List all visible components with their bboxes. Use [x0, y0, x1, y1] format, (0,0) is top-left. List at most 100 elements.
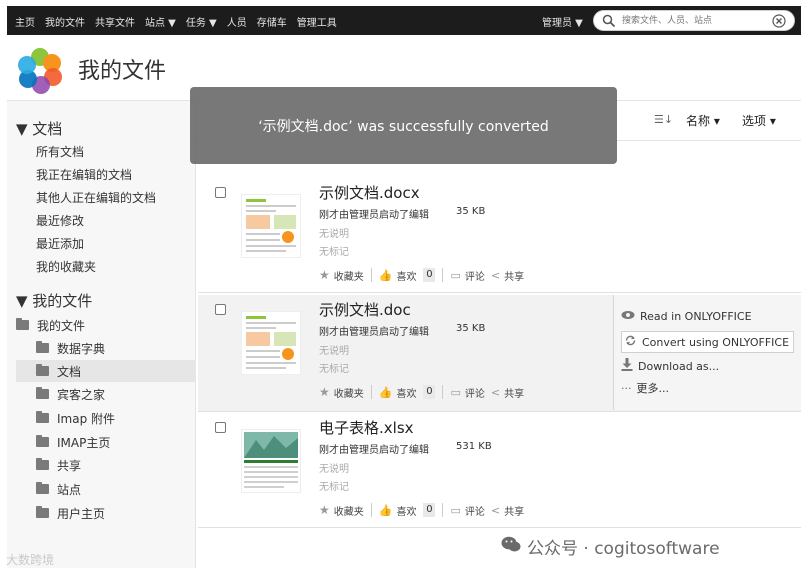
share-label: 共享: [504, 506, 525, 518]
row-checkbox[interactable]: [215, 422, 226, 433]
tree-folder-data-dictionary[interactable]: 数据字典: [36, 337, 196, 359]
favorite-label: 收藏夹: [333, 506, 364, 518]
nav-people[interactable]: 人员: [227, 14, 247, 29]
watermark-right-label: 公众号 · cogitosoftware: [527, 539, 720, 559]
sort-by-dropdown[interactable]: 名称 ▾: [686, 112, 720, 129]
more-actions[interactable]: ··· 更多...: [621, 380, 669, 396]
like-count: 0: [423, 268, 436, 282]
document-row: 示例文档.docx 刚才由管理员启动了编辑 35 KB 无说明 无标记 ★ 收藏…: [198, 178, 801, 293]
download-icon: [621, 358, 633, 374]
tree-folder-label: 宾客之家: [57, 387, 106, 402]
link-favorites[interactable]: 我的收藏夹: [36, 258, 96, 275]
row-actions-menu: Read in ONLYOFFICE Convert using ONLYOFF…: [613, 295, 801, 410]
tree-folder-label: 共享: [57, 458, 82, 473]
options-dropdown[interactable]: 选项 ▾: [742, 112, 776, 129]
app-window: 主页 我的文件 共享文件 站点 ▼ 任务 ▼ 人员 存储车 管理工具 管理员 ▼: [7, 6, 801, 568]
tree-folder-documents[interactable]: 文档: [16, 360, 196, 382]
document-size: 531 KB: [456, 441, 492, 452]
link-editing-by-others[interactable]: 其他人正在编辑的文档: [36, 189, 156, 206]
sort-direction-icon[interactable]: ☰↓: [654, 113, 673, 126]
documents-section-title[interactable]: ▼ 文档: [16, 118, 62, 139]
tree-folder-sites[interactable]: 站点: [36, 478, 196, 500]
convert-using-onlyoffice-action[interactable]: Convert using ONLYOFFICE: [621, 331, 795, 353]
comment-action[interactable]: ▭ 评论: [450, 503, 484, 518]
nav-sites[interactable]: 站点 ▼: [145, 14, 176, 29]
clear-search-icon[interactable]: [772, 14, 786, 31]
document-name[interactable]: 电子表格.xlsx: [319, 417, 414, 438]
tree-folder-label: 站点: [57, 482, 82, 497]
document-thumbnail[interactable]: [241, 194, 301, 258]
divider: [442, 268, 444, 282]
row-checkbox[interactable]: [215, 304, 226, 315]
tree-folder-imap-home[interactable]: IMAP主页: [36, 431, 196, 453]
favorite-action[interactable]: ★ 收藏夹: [319, 385, 364, 400]
share-label: 共享: [504, 271, 525, 283]
document-thumbnail[interactable]: [241, 311, 301, 375]
share-action[interactable]: < 共享: [491, 503, 524, 518]
star-icon: ★: [319, 268, 330, 282]
link-recently-added[interactable]: 最近添加: [36, 235, 84, 252]
comment-label: 评论: [464, 271, 485, 283]
comment-action[interactable]: ▭ 评论: [450, 385, 484, 400]
convert-using-onlyoffice-label: Convert using ONLYOFFICE: [642, 335, 790, 349]
document-name[interactable]: 示例文档.docx: [319, 182, 420, 203]
nav-admin-tools[interactable]: 管理工具: [297, 14, 337, 29]
like-action[interactable]: 👍 喜欢 0: [379, 503, 436, 518]
favorite-label: 收藏夹: [333, 388, 364, 400]
tree-folder-guest-home[interactable]: 宾客之家: [36, 383, 196, 405]
favorite-action[interactable]: ★ 收藏夹: [319, 268, 364, 283]
row-checkbox[interactable]: [215, 187, 226, 198]
download-as-label: Download as...: [638, 359, 720, 373]
tree-folder-label: IMAP主页: [57, 435, 111, 450]
tree-folder-label: 文档: [57, 364, 82, 379]
thumbs-up-icon: 👍: [378, 503, 393, 517]
more-actions-label: 更多...: [636, 382, 670, 395]
spreadsheet-thumbnail[interactable]: [241, 429, 301, 493]
comment-action[interactable]: ▭ 评论: [450, 268, 484, 283]
top-nav-bar: 主页 我的文件 共享文件 站点 ▼ 任务 ▼ 人员 存储车 管理工具 管理员 ▼: [7, 6, 801, 35]
tree-folder-imap-attachments[interactable]: Imap 附件: [36, 407, 196, 429]
files-section-title[interactable]: ▼ 我的文件: [16, 290, 92, 311]
share-action[interactable]: < 共享: [491, 385, 524, 400]
tree-folder-user-homes[interactable]: 用户主页: [36, 502, 196, 524]
eye-icon: [621, 310, 635, 323]
tree-folder-shared[interactable]: 共享: [36, 454, 196, 476]
tree-root-my-files[interactable]: 我的文件: [16, 314, 196, 336]
link-recently-modified[interactable]: 最近修改: [36, 212, 84, 229]
folder-open-icon: [36, 364, 49, 376]
nav-home[interactable]: 主页: [15, 14, 35, 29]
tree-folder-label: Imap 附件: [57, 411, 116, 426]
download-as-action[interactable]: Download as...: [621, 358, 719, 374]
divider: [370, 385, 372, 399]
comment-icon: ▭: [450, 268, 461, 282]
thumbs-up-icon: 👍: [378, 385, 393, 399]
nav-my-files[interactable]: 我的文件: [45, 14, 85, 29]
divider: [370, 268, 372, 282]
document-modified-info: 刚才由管理员启动了编辑: [319, 327, 429, 338]
comment-label: 评论: [464, 506, 485, 518]
nav-repository[interactable]: 存储车: [257, 14, 287, 29]
tree-folder-label: 用户主页: [57, 506, 106, 521]
read-in-onlyoffice-action[interactable]: Read in ONLYOFFICE: [621, 310, 752, 323]
comment-icon: ▭: [450, 385, 461, 399]
like-action[interactable]: 👍 喜欢 0: [379, 385, 436, 400]
search-input[interactable]: [622, 14, 762, 28]
nav-shared-files[interactable]: 共享文件: [95, 14, 135, 29]
page-title: 我的文件: [78, 59, 167, 84]
link-all-documents[interactable]: 所有文档: [36, 143, 84, 160]
like-action[interactable]: 👍 喜欢 0: [379, 268, 436, 283]
user-menu[interactable]: 管理员 ▼: [542, 14, 583, 29]
nav-tasks[interactable]: 任务 ▼: [186, 14, 217, 29]
document-name[interactable]: 示例文档.doc: [319, 299, 411, 320]
share-action[interactable]: < 共享: [491, 268, 524, 283]
star-icon: ★: [319, 385, 330, 399]
document-description: 无说明: [319, 346, 349, 357]
document-tags: 无标记: [319, 482, 349, 493]
read-in-onlyoffice-label: Read in ONLYOFFICE: [640, 310, 752, 323]
favorite-action[interactable]: ★ 收藏夹: [319, 503, 364, 518]
tree-folder-label: 数据字典: [57, 341, 106, 356]
link-editing-by-me[interactable]: 我正在编辑的文档: [36, 166, 132, 183]
favorite-label: 收藏夹: [333, 271, 364, 283]
app-logo: [15, 46, 65, 100]
document-modified-info: 刚才由管理员启动了编辑: [319, 445, 429, 456]
